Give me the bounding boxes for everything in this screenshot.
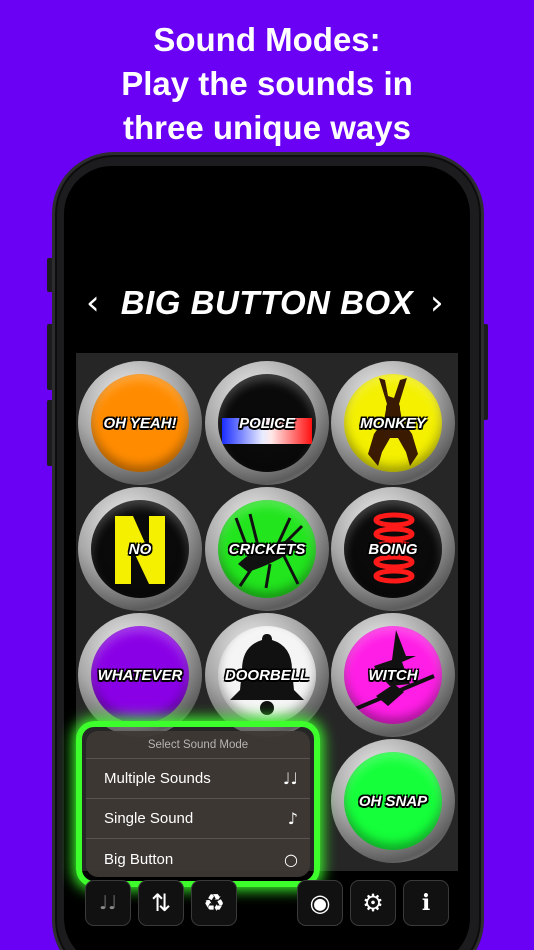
- menu-item-single-sound[interactable]: Single Sound ♪: [86, 799, 310, 839]
- sound-mode-menu: Select Sound Mode Multiple Sounds ♩♩ Sin…: [76, 721, 320, 887]
- sound-button-police[interactable]: POLICE: [205, 361, 329, 485]
- button-label: WITCH: [368, 666, 418, 684]
- button-face: WITCH: [344, 626, 442, 724]
- button-label: NO: [128, 540, 152, 558]
- button-label: BOING: [368, 540, 418, 558]
- button-label: MONKEY: [360, 414, 426, 432]
- multiple-notes-icon: ♩♩: [282, 769, 298, 788]
- record-icon: ◉: [309, 889, 331, 917]
- button-label: CRICKETS: [228, 540, 306, 558]
- promo-headline: Sound Modes: Play the sounds in three un…: [0, 18, 534, 150]
- headline-line-1: Sound Modes:: [153, 21, 381, 58]
- sound-button-boing[interactable]: BOING: [331, 487, 455, 611]
- button-label: OH YEAH!: [103, 414, 177, 432]
- sort-arrows-icon: ⇅: [150, 889, 172, 917]
- headline-line-2: Play the sounds in: [121, 65, 413, 102]
- app-title: BIG BUTTON BOX: [120, 284, 414, 321]
- sound-button-no[interactable]: NO: [78, 487, 202, 611]
- menu-item-multiple-sounds[interactable]: Multiple Sounds ♩♩: [86, 759, 310, 799]
- button-face: NO: [91, 500, 189, 598]
- headline-line-3: three unique ways: [123, 109, 411, 146]
- button-face: OH SNAP: [344, 752, 442, 850]
- button-face: OH YEAH!: [91, 374, 189, 472]
- menu-item-label: Big Button: [104, 850, 174, 868]
- title-bar: ‹ BIG BUTTON BOX ›: [0, 280, 534, 328]
- sound-button-oh-yeah[interactable]: OH YEAH!: [78, 361, 202, 485]
- record-button[interactable]: ◉: [297, 880, 343, 926]
- settings-button[interactable]: ⚙: [350, 880, 396, 926]
- recycle-button[interactable]: ♻: [191, 880, 237, 926]
- sound-mode-button[interactable]: ♩♩: [85, 880, 131, 926]
- button-face: MONKEY: [344, 374, 442, 472]
- recycle-icon: ♻: [203, 889, 225, 917]
- menu-item-big-button[interactable]: Big Button ○: [86, 839, 310, 877]
- sound-button-whatever[interactable]: WHATEVER: [78, 613, 202, 737]
- next-box-chevron-icon[interactable]: ›: [430, 280, 444, 326]
- button-face: WHATEVER: [91, 626, 189, 724]
- info-button[interactable]: i: [403, 880, 449, 926]
- single-note-icon: ♪: [287, 809, 298, 828]
- info-icon: i: [421, 890, 431, 916]
- button-face: BOING: [344, 500, 442, 598]
- sound-button-oh-snap[interactable]: OH SNAP: [331, 739, 455, 863]
- sound-button-crickets[interactable]: CRICKETS: [205, 487, 329, 611]
- sound-button-doorbell[interactable]: DOORBELL: [205, 613, 329, 737]
- button-face: DOORBELL: [218, 626, 316, 724]
- multiple-notes-icon: ♩♩: [99, 892, 117, 914]
- sound-mode-menu-panel: Select Sound Mode Multiple Sounds ♩♩ Sin…: [86, 731, 310, 877]
- gear-icon: ⚙: [362, 889, 384, 917]
- sound-button-witch[interactable]: WITCH: [331, 613, 455, 737]
- button-label: OH SNAP: [358, 792, 428, 810]
- button-label: DOORBELL: [224, 666, 310, 684]
- button-label: POLICE: [239, 414, 295, 432]
- sound-mode-menu-heading: Select Sound Mode: [86, 731, 310, 759]
- menu-item-label: Single Sound: [104, 810, 194, 827]
- circle-icon: ○: [284, 849, 298, 869]
- reorder-button[interactable]: ⇅: [138, 880, 184, 926]
- button-label: WHATEVER: [97, 666, 183, 684]
- menu-item-label: Multiple Sounds: [104, 770, 211, 787]
- button-face: CRICKETS: [218, 500, 316, 598]
- sound-button-monkey[interactable]: MONKEY: [331, 361, 455, 485]
- button-face: POLICE: [218, 374, 316, 472]
